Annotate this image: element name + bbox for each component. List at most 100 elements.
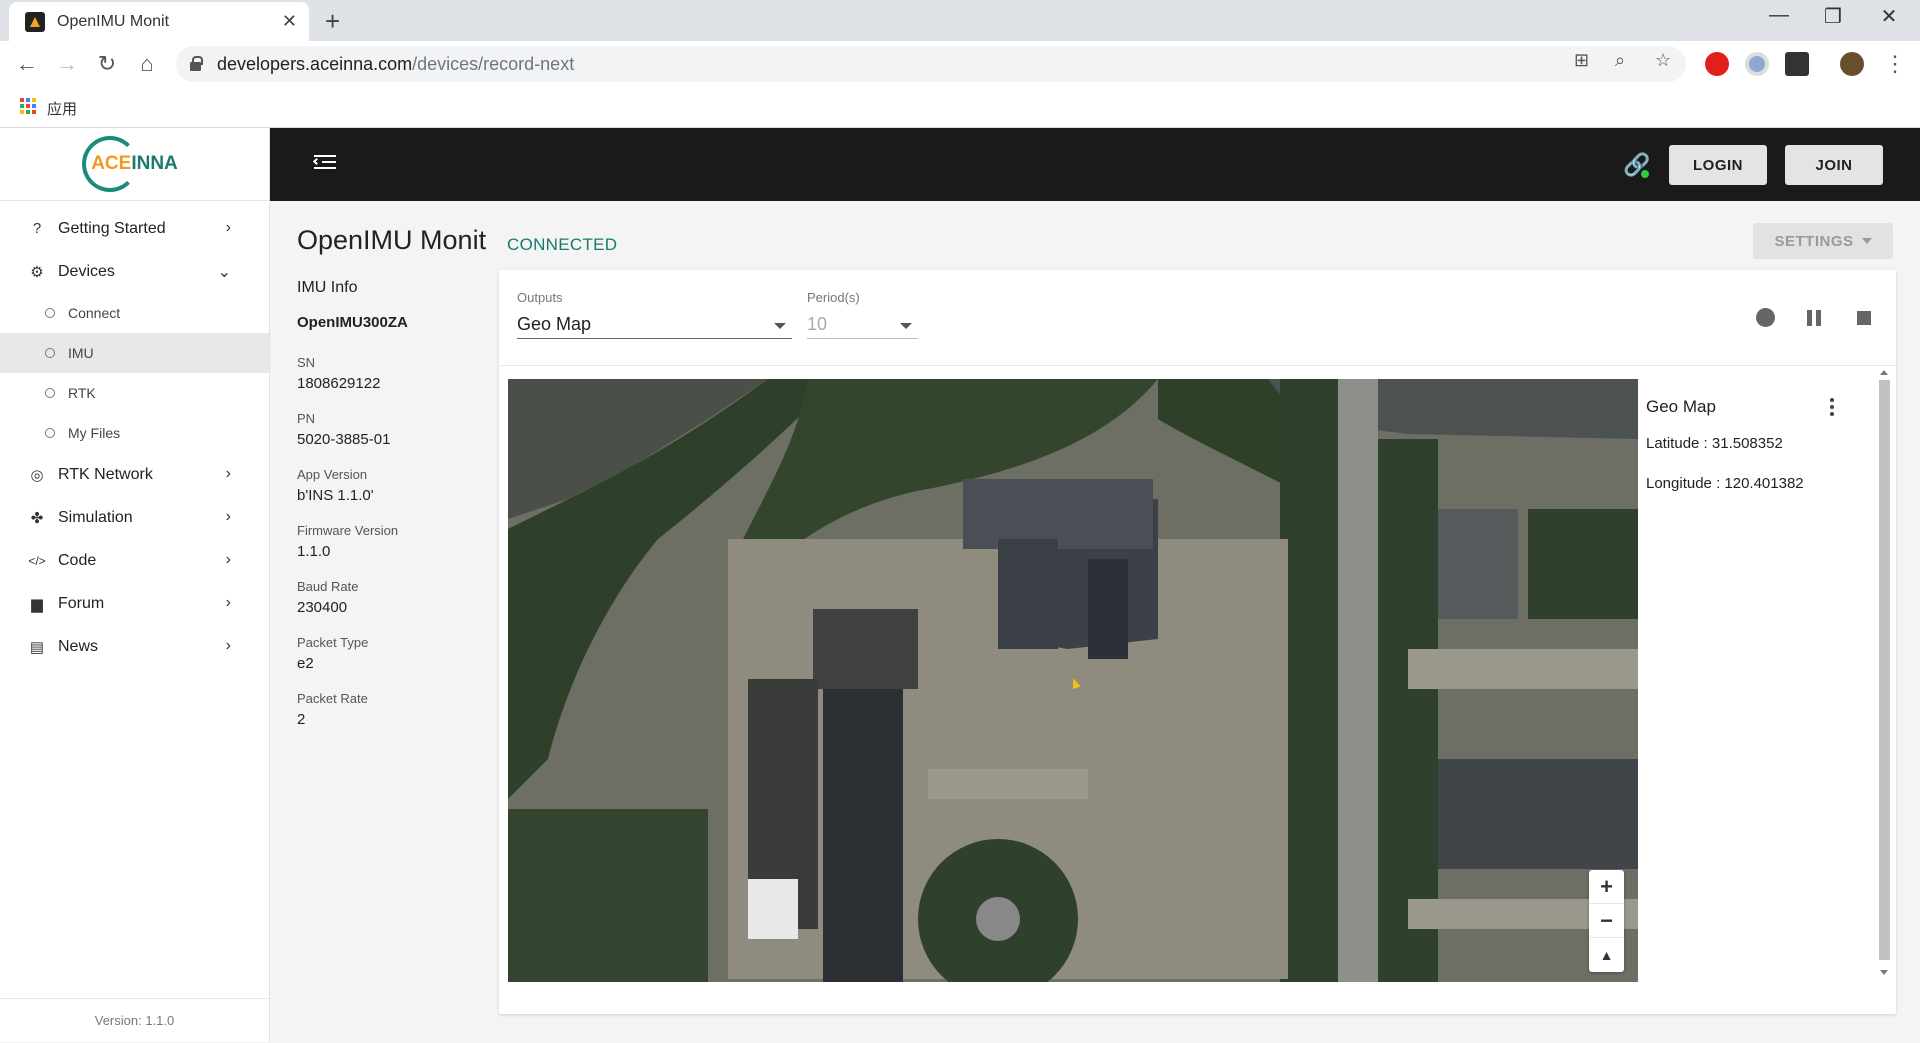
- sidebar-subitem-label: Connect: [68, 305, 121, 321]
- info-value: 230400: [297, 599, 348, 616]
- settings-button[interactable]: SETTINGS: [1753, 223, 1893, 259]
- sidebar-subitem-label: My Files: [68, 425, 121, 441]
- geomap-info: Geo Map Latitude : 31.508352 Longitude :…: [1646, 379, 1856, 515]
- puzzle-icon: ✤: [30, 509, 44, 527]
- extension-icon[interactable]: [1745, 52, 1769, 76]
- app-header: 🔗 LOGIN JOIN: [270, 128, 1920, 201]
- menu-toggle-icon[interactable]: [312, 155, 336, 173]
- satellite-map[interactable]: + − ▲: [508, 379, 1638, 982]
- sidebar-item-label: Forum: [58, 594, 105, 612]
- sidebar-item-forum[interactable]: ▆ Forum ›: [0, 582, 269, 625]
- sidebar-item-devices[interactable]: ⚙ Devices ⌄: [0, 250, 269, 293]
- zoom-icon[interactable]: ⌕: [1615, 50, 1625, 71]
- sidebar-item-simulation[interactable]: ✤ Simulation ›: [0, 496, 269, 539]
- imu-info-heading: IMU Info: [297, 279, 358, 296]
- sidebar-subitem-my-files[interactable]: My Files: [0, 413, 269, 453]
- sidebar-item-label: Simulation: [58, 508, 133, 526]
- compass-reset-icon[interactable]: ▲: [1589, 938, 1624, 972]
- sidebar-subitem-rtk[interactable]: RTK: [0, 373, 269, 413]
- chip-icon: ⚙: [30, 263, 44, 281]
- scroll-down-icon[interactable]: [1880, 970, 1888, 975]
- info-value: e2: [297, 655, 314, 672]
- period-value[interactable]: 10: [807, 311, 918, 339]
- forward-icon[interactable]: →: [52, 49, 82, 79]
- sidebar-item-label: Code: [58, 551, 97, 569]
- close-window-icon[interactable]: ✕: [1862, 4, 1916, 29]
- output-controls: Outputs Geo Map Period(s) 10: [499, 270, 1896, 366]
- browser-menu-icon[interactable]: ⋮: [1880, 49, 1910, 79]
- back-icon[interactable]: ←: [12, 49, 42, 79]
- scrollbar-thumb[interactable]: [1879, 380, 1890, 960]
- more-options-icon[interactable]: [1830, 398, 1834, 416]
- imu-info-panel: IMU Info OpenIMU300ZA SN 1808629122 PN 5…: [297, 279, 477, 747]
- panel-scrollbar[interactable]: [1873, 366, 1895, 986]
- browser-tab-bar: OpenIMU Monit ✕ + — ❐ ✕: [0, 0, 1920, 41]
- info-packet-rate: Packet Rate 2: [297, 691, 477, 728]
- zoom-out-button[interactable]: −: [1589, 904, 1624, 938]
- info-sn: SN 1808629122: [297, 355, 477, 392]
- reload-icon[interactable]: ↻: [92, 49, 122, 79]
- lock-icon: [190, 55, 203, 71]
- address-bar[interactable]: developers.aceinna.com/devices/record-ne…: [176, 46, 1686, 82]
- apps-grid-icon[interactable]: [20, 98, 36, 114]
- outputs-select[interactable]: Outputs Geo Map: [517, 290, 792, 339]
- sidebar-subitem-imu[interactable]: IMU: [0, 333, 269, 373]
- minimize-icon[interactable]: —: [1752, 4, 1806, 27]
- app-version: Version: 1.1.0: [0, 998, 269, 1042]
- restore-icon[interactable]: ❐: [1806, 4, 1860, 29]
- caret-down-icon: [774, 323, 786, 329]
- extension-dark-icon[interactable]: [1785, 52, 1809, 76]
- login-button[interactable]: LOGIN: [1669, 145, 1767, 185]
- longitude-readout: Longitude : 120.401382: [1646, 475, 1804, 492]
- record-icon[interactable]: [1756, 308, 1775, 327]
- geomap-title: Geo Map: [1646, 397, 1716, 416]
- site-favicon-icon: [25, 11, 45, 32]
- pause-icon[interactable]: [1807, 310, 1821, 326]
- caret-down-icon: [900, 323, 912, 329]
- opera-extension-icon[interactable]: [1705, 52, 1729, 76]
- info-label: Firmware Version: [297, 523, 399, 538]
- bullet-icon: [45, 308, 55, 318]
- period-select[interactable]: Period(s) 10: [807, 290, 918, 339]
- web-page: ACEINNA ? Getting Started › ⚙ Devices ⌄ …: [0, 128, 1920, 1042]
- outputs-label: Outputs: [517, 290, 563, 305]
- bookmark-star-icon[interactable]: ☆: [1655, 50, 1671, 71]
- sidebar-subitem-label: IMU: [68, 345, 94, 361]
- close-tab-icon[interactable]: ✕: [282, 11, 297, 32]
- info-value: 1808629122: [297, 375, 381, 392]
- join-button[interactable]: JOIN: [1785, 145, 1883, 185]
- chevron-right-icon: ›: [225, 594, 231, 611]
- bullet-icon: [45, 388, 55, 398]
- sidebar-subitem-connect[interactable]: Connect: [0, 293, 269, 333]
- latitude-readout: Latitude : 31.508352: [1646, 435, 1783, 452]
- profile-avatar[interactable]: [1840, 52, 1864, 76]
- period-label: Period(s): [807, 290, 860, 305]
- page-title: OpenIMU Monit: [297, 225, 487, 255]
- map-zoom-control: + − ▲: [1589, 870, 1624, 972]
- new-tab-icon[interactable]: +: [325, 6, 340, 37]
- bullet-icon: [45, 428, 55, 438]
- info-app-version: App Version b'INS 1.1.0': [297, 467, 477, 504]
- info-value: b'INS 1.1.0': [297, 487, 374, 504]
- outputs-value[interactable]: Geo Map: [517, 311, 792, 339]
- sidebar-item-news[interactable]: ▤ News ›: [0, 625, 269, 668]
- logo-area: ACEINNA: [0, 128, 269, 201]
- sidebar-item-getting-started[interactable]: ? Getting Started ›: [0, 207, 269, 250]
- news-icon: ▤: [29, 638, 45, 656]
- scroll-up-icon[interactable]: [1880, 370, 1888, 375]
- info-value: 5020-3885-01: [297, 431, 391, 448]
- browser-tab[interactable]: OpenIMU Monit ✕: [9, 2, 309, 41]
- apps-bookmark[interactable]: 应用: [47, 98, 77, 119]
- aceinna-logo[interactable]: ACEINNA: [80, 134, 190, 194]
- sidebar-item-label: RTK Network: [58, 465, 153, 483]
- home-icon[interactable]: ⌂: [132, 49, 162, 79]
- translate-icon[interactable]: ⊞: [1574, 50, 1589, 71]
- sidebar-item-rtk-network[interactable]: ◎ RTK Network ›: [0, 453, 269, 496]
- sidebar-item-code[interactable]: </> Code ›: [0, 539, 269, 582]
- stop-icon[interactable]: [1857, 311, 1871, 325]
- zoom-in-button[interactable]: +: [1589, 870, 1624, 904]
- info-firmware-version: Firmware Version 1.1.0: [297, 523, 477, 560]
- info-value: 2: [297, 711, 306, 728]
- main-content: OpenIMU Monit CONNECTED SETTINGS IMU Inf…: [270, 201, 1920, 1042]
- info-packet-type: Packet Type e2: [297, 635, 477, 672]
